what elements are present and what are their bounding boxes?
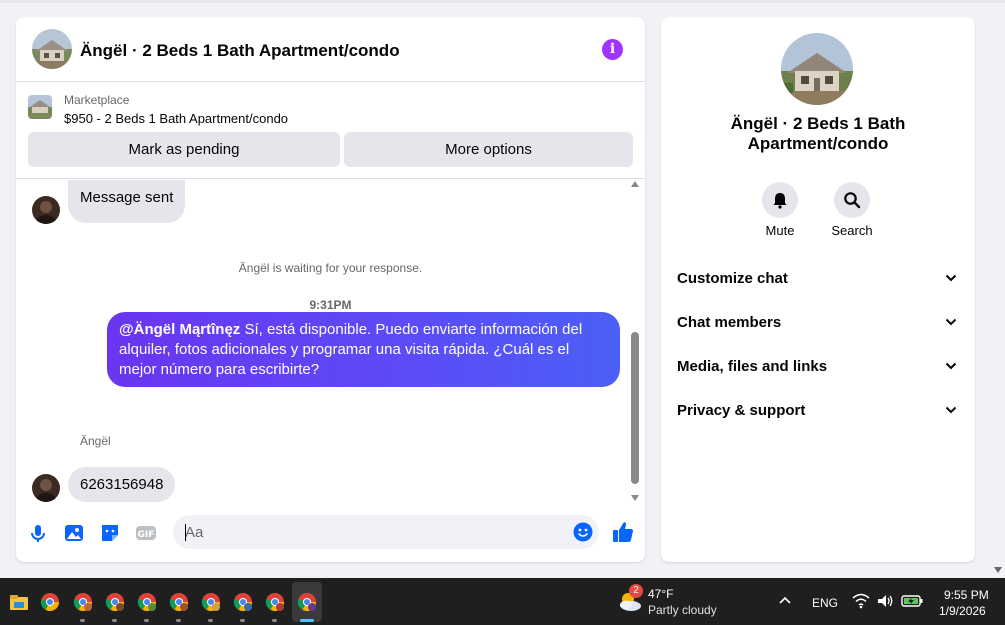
chat-title[interactable]: Ängël · 2 Beds 1 Bath Apartment/condo bbox=[80, 41, 400, 61]
chevron-down-icon bbox=[945, 274, 957, 282]
chevron-down-icon bbox=[945, 362, 957, 370]
listing-avatar-large[interactable] bbox=[781, 33, 853, 105]
message-list: Message sent Ängël is waiting for your r… bbox=[16, 180, 645, 505]
running-indicator bbox=[208, 619, 213, 622]
microphone-icon[interactable] bbox=[27, 522, 49, 544]
sender-name: Ängël bbox=[80, 434, 111, 448]
emoji-icon[interactable] bbox=[573, 522, 593, 542]
active-indicator bbox=[300, 619, 314, 622]
scroll-up-arrow-icon[interactable] bbox=[631, 181, 639, 187]
side-panel-title: Ängël · 2 Beds 1 Bath Apartment/condo bbox=[730, 114, 906, 153]
mute-label: Mute bbox=[765, 223, 795, 238]
running-indicator bbox=[176, 619, 181, 622]
marketplace-card: Marketplace $950 - 2 Beds 1 Bath Apartme… bbox=[16, 83, 645, 179]
weather-badge: 2 bbox=[629, 584, 643, 598]
chrome-profile-icon[interactable] bbox=[137, 592, 157, 612]
contact-avatar[interactable] bbox=[32, 474, 60, 502]
running-indicator bbox=[144, 619, 149, 622]
running-indicator bbox=[272, 619, 277, 622]
section-label: Privacy & support bbox=[677, 402, 806, 419]
chrome-profile-icon[interactable] bbox=[201, 592, 221, 612]
chrome-profile-icon[interactable] bbox=[73, 592, 93, 612]
chevron-up-icon[interactable] bbox=[778, 595, 792, 605]
bell-icon bbox=[773, 193, 787, 209]
gif-icon[interactable]: GIF bbox=[135, 522, 157, 544]
text-caret bbox=[185, 524, 186, 541]
mark-as-pending-button[interactable]: Mark as pending bbox=[28, 132, 340, 167]
contact-avatar[interactable] bbox=[32, 196, 60, 224]
chat-info-panel: Ängël · 2 Beds 1 Bath Apartment/condo Mu… bbox=[661, 17, 975, 562]
chrome-profile-icon[interactable] bbox=[233, 592, 253, 612]
section-label: Chat members bbox=[677, 314, 782, 331]
section-label: Customize chat bbox=[677, 270, 788, 287]
weather-description[interactable]: Partly cloudy bbox=[648, 603, 717, 617]
running-indicator bbox=[80, 619, 85, 622]
listing-avatar[interactable] bbox=[32, 29, 72, 69]
chat-header: Ängël · 2 Beds 1 Bath Apartment/condo i bbox=[16, 17, 645, 82]
marketplace-label: Marketplace bbox=[64, 93, 130, 107]
chrome-icon[interactable] bbox=[40, 592, 60, 612]
file-explorer-icon[interactable] bbox=[9, 592, 29, 612]
incoming-message-bubble[interactable]: 6263156948 bbox=[68, 467, 176, 502]
weather-temperature[interactable]: 47°F bbox=[648, 587, 673, 601]
section-privacy-support[interactable]: Privacy & support bbox=[661, 389, 975, 433]
search-icon bbox=[844, 192, 861, 209]
chrome-profile-icon[interactable] bbox=[265, 592, 285, 612]
svg-text:GIF: GIF bbox=[138, 530, 155, 540]
section-chat-members[interactable]: Chat members bbox=[661, 301, 975, 345]
clock-time[interactable]: 9:55 PM bbox=[944, 588, 989, 602]
battery-charging-icon[interactable] bbox=[901, 593, 923, 609]
outgoing-message-bubble[interactable]: @Ängël Mąrtînęz Sí, está disponible. Pue… bbox=[107, 312, 620, 387]
more-options-button[interactable]: More options bbox=[344, 132, 633, 167]
listing-thumbnail[interactable] bbox=[28, 95, 52, 119]
waiting-notice: Ängël is waiting for your response. bbox=[238, 261, 423, 275]
scrollbar-thumb[interactable] bbox=[631, 332, 639, 484]
clock-date[interactable]: 1/9/2026 bbox=[939, 604, 986, 618]
taskbar: 2 47°F Partly cloudy ENG 9:55 PM 1/9/202… bbox=[0, 578, 1005, 625]
message-scrollbar[interactable] bbox=[630, 181, 640, 501]
listing-title[interactable]: $950 - 2 Beds 1 Bath Apartment/condo bbox=[64, 111, 288, 126]
wifi-icon[interactable] bbox=[852, 593, 870, 609]
chat-panel: Ängël · 2 Beds 1 Bath Apartment/condo i … bbox=[16, 17, 645, 562]
page-scroll-down-arrow-icon[interactable] bbox=[994, 567, 1002, 573]
section-customize-chat[interactable]: Customize chat bbox=[661, 257, 975, 301]
chrome-profile-icon[interactable] bbox=[297, 592, 317, 612]
message-mention[interactable]: @Ängël Mąrtînęz bbox=[119, 321, 240, 338]
chevron-down-icon bbox=[945, 406, 957, 414]
mute-button[interactable]: Mute bbox=[750, 182, 810, 238]
running-indicator bbox=[112, 619, 117, 622]
chrome-profile-icon[interactable] bbox=[105, 592, 125, 612]
chevron-down-icon bbox=[945, 318, 957, 326]
info-icon[interactable]: i bbox=[602, 39, 623, 60]
photo-icon[interactable] bbox=[63, 522, 85, 544]
section-label: Media, files and links bbox=[677, 358, 828, 375]
scroll-down-arrow-icon[interactable] bbox=[631, 495, 639, 501]
section-media-files-links[interactable]: Media, files and links bbox=[661, 345, 975, 389]
language-indicator[interactable]: ENG bbox=[812, 596, 838, 610]
search-label: Search bbox=[831, 223, 873, 238]
message-composer: GIF bbox=[16, 509, 645, 559]
sticker-icon[interactable] bbox=[99, 522, 121, 544]
message-input[interactable] bbox=[185, 515, 565, 549]
top-strip bbox=[0, 0, 1005, 3]
running-indicator bbox=[240, 619, 245, 622]
chrome-profile-icon[interactable] bbox=[169, 592, 189, 612]
search-button[interactable]: Search bbox=[822, 182, 882, 238]
thumbs-up-icon[interactable] bbox=[611, 520, 635, 544]
message-input-wrapper[interactable] bbox=[173, 515, 599, 549]
volume-icon[interactable] bbox=[877, 593, 895, 609]
message-timestamp: 9:31PM bbox=[309, 298, 352, 312]
message-bubble[interactable]: Message sent bbox=[68, 180, 186, 223]
